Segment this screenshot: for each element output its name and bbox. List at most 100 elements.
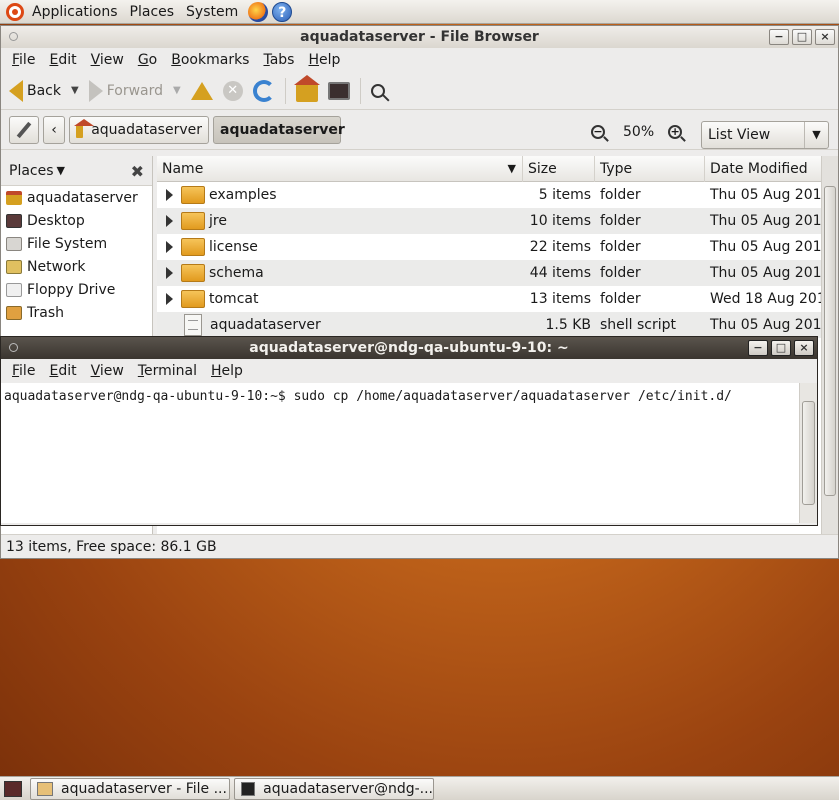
toolbar-separator — [284, 77, 286, 104]
reload-button[interactable] — [252, 79, 275, 102]
top-panel: Applications Places System ? — [0, 0, 839, 24]
home-button[interactable] — [293, 74, 320, 102]
window-menu-icon[interactable] — [9, 343, 18, 352]
minimize-button[interactable]: − — [748, 340, 768, 356]
status-bar: 13 items, Free space: 86.1 GB — [1, 534, 838, 558]
sidebar-item-floppy[interactable]: Floppy Drive — [1, 278, 152, 301]
sidebar-item-filesystem[interactable]: File System — [1, 232, 152, 255]
chevron-down-icon[interactable]: ▼ — [71, 85, 79, 96]
menu-terminal[interactable]: Terminal — [131, 363, 204, 379]
places-menu[interactable]: Places — [124, 0, 181, 24]
back-button[interactable]: Back ▼ — [9, 79, 79, 102]
sidebar-item-home[interactable]: aquadataserver — [1, 186, 152, 209]
folder-icon — [181, 238, 205, 256]
menu-help[interactable]: Help — [301, 52, 347, 68]
file-row-examples[interactable]: examples 5 items folder Thu 05 Aug 2010 — [157, 182, 821, 208]
menu-view[interactable]: View — [84, 52, 131, 68]
menu-file[interactable]: File — [5, 52, 42, 68]
computer-icon — [327, 81, 350, 100]
close-button[interactable]: × — [794, 340, 814, 356]
shell-script-icon — [184, 314, 202, 336]
column-name[interactable]: Name ▼ — [157, 155, 523, 182]
trash-icon — [6, 305, 22, 320]
window-menu-icon[interactable] — [9, 32, 18, 41]
menu-bookmarks[interactable]: Bookmarks — [164, 52, 256, 68]
breadcrumb-home[interactable]: aquadataserver — [69, 115, 209, 144]
close-button[interactable]: × — [815, 29, 835, 45]
menu-go[interactable]: Go — [131, 52, 164, 68]
file-list-scrollbar[interactable] — [821, 156, 838, 534]
toggle-location-button[interactable] — [9, 115, 39, 144]
system-menu[interactable]: System — [180, 0, 244, 24]
file-row-tomcat[interactable]: tomcat 13 items folder Wed 18 Aug 2010 — [157, 286, 821, 312]
sidebar-item-network[interactable]: Network — [1, 255, 152, 278]
path-scroll-left-button[interactable]: ‹ — [43, 115, 65, 144]
file-row-aquadataserver-script[interactable]: aquadataserver 1.5 KB shell script Thu 0… — [157, 312, 821, 338]
home-folder-icon — [6, 190, 22, 205]
expander-icon[interactable] — [166, 241, 173, 253]
search-button[interactable] — [370, 83, 385, 98]
file-row-jre[interactable]: jre 10 items folder Thu 05 Aug 2010 — [157, 208, 821, 234]
menu-file[interactable]: File — [5, 363, 42, 379]
forward-button[interactable]: Forward ▼ — [88, 79, 181, 102]
computer-button[interactable] — [327, 81, 350, 100]
sidebar-item-trash[interactable]: Trash — [1, 301, 152, 324]
folder-icon — [181, 264, 205, 282]
menu-help[interactable]: Help — [204, 363, 250, 379]
window-title: aquadataserver - File Browser — [300, 29, 539, 45]
sidebar-item-desktop[interactable]: Desktop — [1, 209, 152, 232]
zoom-in-icon[interactable]: + — [668, 125, 683, 139]
file-list-header: Name ▼ Size Type Date Modified — [157, 155, 821, 182]
menu-tabs[interactable]: Tabs — [256, 52, 301, 68]
help-icon[interactable]: ? — [272, 1, 293, 22]
menu-edit[interactable]: Edit — [42, 363, 83, 379]
menu-view[interactable]: View — [84, 363, 131, 379]
view-mode-select[interactable]: List View ▼ — [701, 121, 829, 149]
forward-arrow-icon — [88, 79, 103, 102]
firefox-icon[interactable] — [248, 1, 269, 22]
chevron-left-icon: ‹ — [51, 121, 57, 138]
terminal-output[interactable]: aquadataserver@ndg-qa-ubuntu-9-10:~$ sud… — [1, 383, 799, 523]
maximize-button[interactable]: □ — [771, 340, 791, 356]
column-date[interactable]: Date Modified — [705, 156, 821, 182]
breadcrumb-current[interactable]: aquadataserver — [213, 115, 345, 144]
show-desktop-icon[interactable] — [4, 780, 22, 797]
chevron-down-icon[interactable]: ▼ — [57, 164, 65, 177]
column-size[interactable]: Size — [523, 155, 595, 182]
terminal-titlebar[interactable]: aquadataserver@ndg-qa-ubuntu-9-10: ~ − □… — [1, 337, 817, 359]
file-browser-titlebar[interactable]: aquadataserver - File Browser − □ × — [1, 26, 838, 48]
expander-icon[interactable] — [166, 293, 173, 305]
sidebar-title[interactable]: Places — [9, 163, 54, 179]
task-terminal[interactable]: aquadataserver@ndg-... — [234, 777, 434, 800]
scrollbar-thumb[interactable] — [802, 401, 815, 505]
folder-icon — [181, 290, 205, 308]
file-row-schema[interactable]: schema 44 items folder Thu 05 Aug 2010 — [157, 260, 821, 286]
reload-icon — [252, 79, 275, 102]
expander-icon[interactable] — [166, 267, 173, 279]
scrollbar-thumb[interactable] — [824, 186, 836, 496]
sidebar-header: Places ▼ ✖ — [1, 156, 152, 186]
expander-icon[interactable] — [166, 189, 173, 201]
up-button[interactable] — [190, 81, 213, 100]
home-icon — [293, 74, 320, 102]
expander-icon[interactable] — [166, 215, 173, 227]
column-type[interactable]: Type — [595, 155, 705, 182]
task-file-browser[interactable]: aquadataserver - File ... — [30, 777, 230, 800]
chevron-down-icon[interactable]: ▼ — [173, 85, 181, 96]
stop-button[interactable]: ✕ — [222, 80, 243, 101]
sort-indicator-icon: ▼ — [507, 162, 516, 175]
file-row-license[interactable]: license 22 items folder Thu 05 Aug 2010 — [157, 234, 821, 260]
network-icon — [6, 259, 22, 274]
close-icon[interactable]: ✖ — [131, 162, 144, 181]
filesystem-icon — [6, 236, 22, 251]
applications-menu[interactable]: Applications — [0, 0, 124, 24]
floppy-icon — [6, 282, 22, 297]
zoom-controls: − 50% + — [591, 124, 683, 140]
stop-icon: ✕ — [222, 80, 243, 101]
zoom-out-icon[interactable]: − — [591, 125, 605, 139]
minimize-button[interactable]: − — [769, 29, 789, 45]
maximize-button[interactable]: □ — [792, 29, 812, 45]
terminal-scrollbar[interactable] — [799, 383, 817, 523]
home-folder-icon — [73, 118, 95, 138]
menu-edit[interactable]: Edit — [42, 52, 83, 68]
